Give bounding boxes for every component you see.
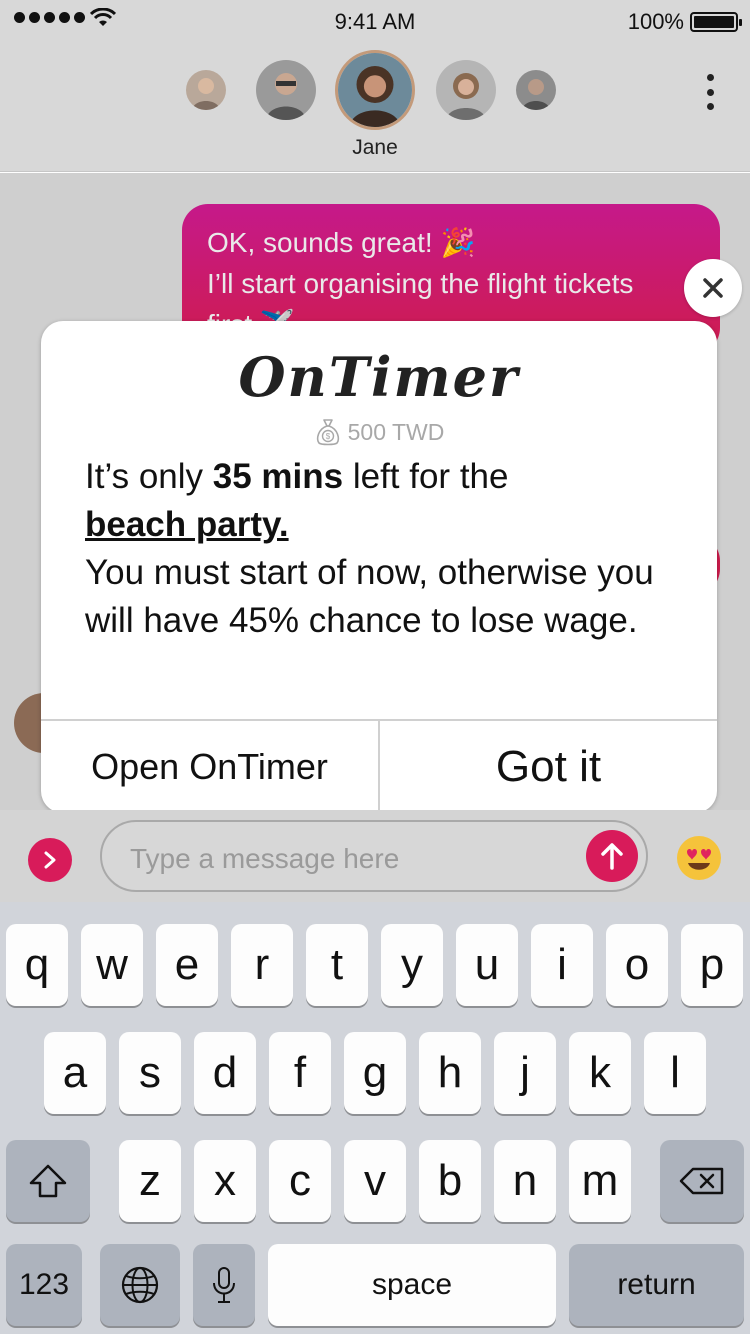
microphone-icon <box>213 1267 235 1303</box>
contact-avatar[interactable] <box>256 60 316 120</box>
key-m[interactable]: m <box>569 1140 631 1222</box>
battery-percentage: 100% <box>627 9 684 34</box>
arrow-up-icon <box>601 843 623 870</box>
key-p[interactable]: p <box>681 924 743 1006</box>
open-ontimer-button[interactable]: Open OnTimer <box>41 721 380 813</box>
key-l[interactable]: l <box>644 1032 706 1114</box>
message-text: You must start of now, otherwise you wil… <box>85 553 654 640</box>
key-n[interactable]: n <box>494 1140 556 1222</box>
key-e[interactable]: e <box>156 924 218 1006</box>
popup-actions: Open OnTimer Got it <box>41 719 717 813</box>
money-bag-icon: $ <box>316 419 339 446</box>
ontimer-logo: OnTimer <box>238 345 520 409</box>
ontimer-popup: OnTimer $ 500 TWD It’s only 35 mins left… <box>41 321 717 813</box>
key-j[interactable]: j <box>494 1032 556 1114</box>
contact-avatar-active[interactable] <box>335 50 415 130</box>
got-it-button[interactable]: Got it <box>380 721 717 813</box>
close-icon <box>703 278 723 298</box>
reminder-message: It’s only 35 mins left for the beach par… <box>85 453 693 645</box>
message-input[interactable]: Type a message here <box>100 820 648 892</box>
keyboard: q w e r t y u i o p a s d f g h j k l z … <box>0 902 750 1334</box>
key-o[interactable]: o <box>606 924 668 1006</box>
key-c[interactable]: c <box>269 1140 331 1222</box>
key-z[interactable]: z <box>119 1140 181 1222</box>
backspace-key[interactable] <box>660 1140 744 1222</box>
key-v[interactable]: v <box>344 1140 406 1222</box>
space-key[interactable]: space <box>268 1244 556 1326</box>
message-composer: Type a message here <box>0 810 750 902</box>
expand-button[interactable] <box>28 838 72 882</box>
chevron-right-icon <box>44 851 56 869</box>
contact-avatars <box>0 46 750 130</box>
key-k[interactable]: k <box>569 1032 631 1114</box>
key-s[interactable]: s <box>119 1032 181 1114</box>
contact-avatar[interactable] <box>186 70 226 110</box>
time-left: 35 mins <box>212 457 344 496</box>
key-i[interactable]: i <box>531 924 593 1006</box>
close-popup-button[interactable] <box>684 259 742 317</box>
message-text: left for the <box>343 457 509 496</box>
chat-header: Jane <box>0 42 750 172</box>
key-u[interactable]: u <box>456 924 518 1006</box>
contact-avatar[interactable] <box>436 60 496 120</box>
shift-icon <box>29 1164 67 1198</box>
key-f[interactable]: f <box>269 1032 331 1114</box>
message-line: OK, sounds great! 🎉 <box>207 227 476 258</box>
key-t[interactable]: t <box>306 924 368 1006</box>
svg-text:$: $ <box>325 432 330 441</box>
wage-text: 500 TWD <box>347 418 445 445</box>
contact-avatar[interactable] <box>516 70 556 110</box>
battery-icon <box>690 12 742 32</box>
status-bar: 9:41 AM 100% <box>0 0 750 42</box>
key-g[interactable]: g <box>344 1032 406 1114</box>
more-options-icon[interactable] <box>704 74 716 110</box>
key-d[interactable]: d <box>194 1032 256 1114</box>
active-contact-name: Jane <box>352 136 398 159</box>
message-text: It’s only <box>85 457 213 496</box>
key-x[interactable]: x <box>194 1140 256 1222</box>
key-y[interactable]: y <box>381 924 443 1006</box>
key-w[interactable]: w <box>81 924 143 1006</box>
dictation-key[interactable] <box>193 1244 255 1326</box>
send-button[interactable] <box>586 830 638 882</box>
numbers-key[interactable]: 123 <box>6 1244 82 1326</box>
shift-key[interactable] <box>6 1140 90 1222</box>
backspace-icon <box>679 1167 724 1195</box>
return-key[interactable]: return <box>569 1244 744 1326</box>
key-b[interactable]: b <box>419 1140 481 1222</box>
event-link[interactable]: beach party. <box>85 505 289 544</box>
key-r[interactable]: r <box>231 924 293 1006</box>
message-placeholder: Type a message here <box>130 843 400 874</box>
message-line: I’ll start organising the flight tickets <box>207 268 634 299</box>
key-h[interactable]: h <box>419 1032 481 1114</box>
globe-icon <box>121 1266 159 1304</box>
heart-eyes-emoji-icon[interactable] <box>676 835 722 881</box>
globe-key[interactable] <box>100 1244 180 1326</box>
key-q[interactable]: q <box>6 924 68 1006</box>
wage-amount: $ 500 TWD <box>41 417 717 447</box>
key-a[interactable]: a <box>44 1032 106 1114</box>
